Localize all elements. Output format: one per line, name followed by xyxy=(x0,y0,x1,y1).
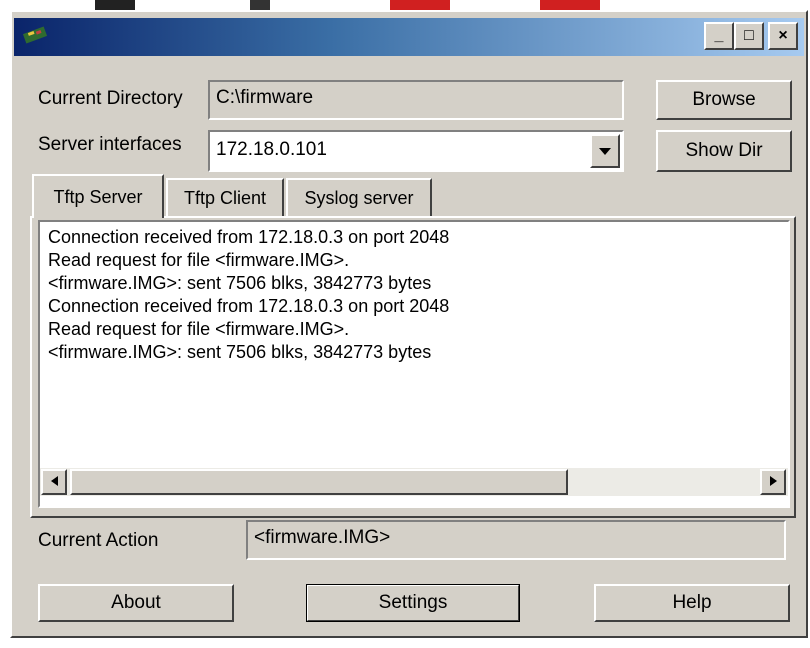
log-line: <firmware.IMG>: sent 7506 blks, 3842773 … xyxy=(48,273,432,293)
help-button[interactable]: Help xyxy=(594,584,790,622)
server-log[interactable]: Connection received from 172.18.0.3 on p… xyxy=(38,220,790,508)
log-line: Connection received from 172.18.0.3 on p… xyxy=(48,227,450,247)
log-line: <firmware.IMG>: sent 7506 blks, 3842773 … xyxy=(48,342,432,362)
close-icon: × xyxy=(778,27,788,44)
arrow-right-icon xyxy=(769,476,777,488)
about-button[interactable]: About xyxy=(38,584,234,622)
scroll-thumb[interactable] xyxy=(70,469,568,495)
browse-button[interactable]: Browse xyxy=(656,80,792,120)
scroll-right-button[interactable] xyxy=(760,469,786,495)
maximize-button[interactable]: □ xyxy=(734,22,764,50)
current-directory-label: Current Directory xyxy=(38,88,183,109)
log-line: Connection received from 172.18.0.3 on p… xyxy=(48,296,450,316)
tab-syslog-server[interactable]: Syslog server xyxy=(286,178,432,216)
chevron-down-icon xyxy=(599,140,611,162)
server-interfaces-value: 172.18.0.101 xyxy=(216,139,327,160)
show-dir-button[interactable]: Show Dir xyxy=(656,130,792,172)
minimize-icon: _ xyxy=(714,27,724,44)
minimize-button[interactable]: _ xyxy=(704,22,734,50)
scroll-left-button[interactable] xyxy=(41,469,67,495)
current-directory-field: C:\firmware xyxy=(208,80,624,120)
close-button[interactable]: × xyxy=(768,22,798,50)
server-interfaces-select[interactable]: 172.18.0.101 xyxy=(208,130,624,172)
server-interfaces-label: Server interfaces xyxy=(38,134,182,155)
current-action-label: Current Action xyxy=(38,530,159,551)
app-icon xyxy=(20,24,54,48)
log-line: Read request for file <firmware.IMG>. xyxy=(48,319,350,339)
dropdown-button[interactable] xyxy=(590,134,620,168)
current-action-field: <firmware.IMG> xyxy=(246,520,786,560)
horizontal-scrollbar[interactable] xyxy=(40,468,788,496)
arrow-left-icon xyxy=(50,476,58,488)
log-lines: Connection received from 172.18.0.3 on p… xyxy=(48,226,449,364)
log-line: Read request for file <firmware.IMG>. xyxy=(48,250,350,270)
settings-button[interactable]: Settings xyxy=(306,584,520,622)
maximize-icon: □ xyxy=(744,27,754,44)
title-bar[interactable] xyxy=(14,18,804,56)
tab-tftp-client[interactable]: Tftp Client xyxy=(166,178,284,216)
tab-tftp-server[interactable]: Tftp Server xyxy=(32,174,164,218)
